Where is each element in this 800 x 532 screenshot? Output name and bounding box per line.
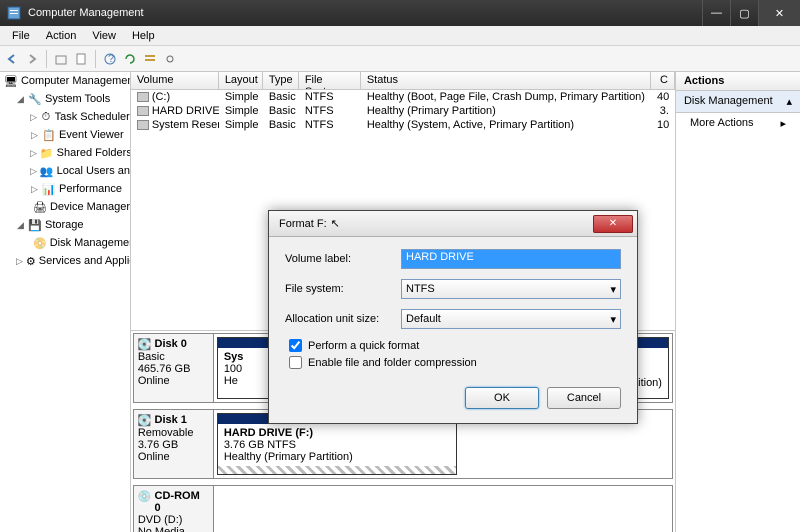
checkbox-input[interactable] [289, 339, 302, 352]
disk-icon: 💽 [138, 338, 152, 351]
tree-storage[interactable]: ◢💾Storage [0, 216, 130, 234]
expand-icon[interactable]: ▷ [30, 112, 37, 123]
disk-icon: 📀 [33, 236, 47, 250]
allocation-select[interactable]: Default▾ [401, 309, 621, 329]
col-type[interactable]: Type [263, 72, 299, 89]
menu-bar: File Action View Help [0, 26, 800, 46]
tree-users[interactable]: ▷👥Local Users and Groups [0, 162, 130, 180]
book-icon: 📋 [42, 128, 56, 142]
disk-label: 💽Disk 1 Removable3.76 GBOnline [134, 410, 214, 478]
chevron-down-icon: ▾ [610, 283, 616, 296]
actions-header: Actions [676, 72, 800, 91]
tree-panel: 🖥Computer Management (Local ◢🔧System Too… [0, 72, 131, 532]
forward-icon[interactable] [24, 51, 40, 67]
tools-icon: 🔧 [28, 92, 42, 106]
vol-row[interactable]: HARD DRIVE (F:) SimpleBasicNTFSHealthy (… [131, 104, 675, 118]
device-icon: 🖨 [33, 200, 47, 214]
disk-label: 💽Disk 0 Basic465.76 GBOnline [134, 334, 214, 402]
volume-icon [137, 120, 149, 130]
services-icon: ⚙ [26, 254, 36, 268]
tree-task[interactable]: ▷⏱Task Scheduler [0, 108, 130, 126]
collapse-icon[interactable]: ◢ [16, 220, 25, 231]
chevron-down-icon: ▾ [610, 313, 616, 326]
tree-diskmgmt[interactable]: 📀Disk Management [0, 234, 130, 252]
ok-button[interactable]: OK [465, 387, 539, 409]
svg-text:?: ? [108, 53, 114, 65]
maximize-button[interactable]: ▢ [730, 0, 758, 26]
perf-icon: 📊 [42, 182, 56, 196]
app-icon [6, 5, 22, 21]
clock-icon: ⏱ [40, 110, 51, 124]
tree-perf[interactable]: ▷📊Performance [0, 180, 130, 198]
dialog-titlebar[interactable]: Format F: ↖ ✕ [269, 211, 637, 237]
storage-icon: 💾 [28, 218, 42, 232]
disk-label: 💿CD-ROM 0 DVD (D:)No Media [134, 486, 214, 532]
up-icon[interactable] [53, 51, 69, 67]
vol-row[interactable]: (C:) SimpleBasicNTFSHealthy (Boot, Page … [131, 90, 675, 104]
disk-row-cd[interactable]: 💿CD-ROM 0 DVD (D:)No Media [133, 485, 673, 532]
close-button[interactable]: ✕ [758, 0, 800, 26]
volume-label-label: Volume label: [285, 253, 401, 265]
expand-icon[interactable]: ▷ [30, 166, 37, 177]
tree-services[interactable]: ▷⚙Services and Applications [0, 252, 130, 270]
volume-icon [137, 106, 149, 116]
tree-shared[interactable]: ▷📁Shared Folders [0, 144, 130, 162]
tree-devmgr[interactable]: 🖨Device Manager [0, 198, 130, 216]
menu-action[interactable]: Action [38, 28, 85, 44]
users-icon: 👥 [40, 164, 54, 178]
help-icon[interactable]: ? [102, 51, 118, 67]
actions-more[interactable]: More Actions▸ [676, 113, 800, 134]
computer-icon: 🖥 [4, 74, 18, 88]
format-dialog: Format F: ↖ ✕ Volume label: HARD DRIVE F… [268, 210, 638, 424]
tree-systools[interactable]: ◢🔧System Tools [0, 90, 130, 108]
tree-root[interactable]: 🖥Computer Management (Local [0, 72, 130, 90]
col-status[interactable]: Status [361, 72, 651, 89]
col-cap[interactable]: C [651, 72, 675, 89]
back-icon[interactable] [4, 51, 20, 67]
expand-icon[interactable]: ▷ [30, 184, 39, 195]
actions-panel: Actions Disk Management▴ More Actions▸ [676, 72, 800, 532]
cd-icon: 💿 [138, 490, 152, 514]
col-volume[interactable]: Volume [131, 72, 219, 89]
props-icon[interactable] [73, 51, 89, 67]
collapse-icon: ▴ [786, 95, 792, 108]
col-layout[interactable]: Layout [219, 72, 263, 89]
volume-label-input[interactable]: HARD DRIVE [401, 249, 621, 269]
window-titlebar: Computer Management — ▢ ✕ [0, 0, 800, 26]
settings-icon[interactable] [162, 51, 178, 67]
volume-icon [137, 92, 149, 102]
toolbar: ? [0, 46, 800, 72]
list-icon[interactable] [142, 51, 158, 67]
expand-icon[interactable]: ▷ [30, 130, 39, 141]
tree-event[interactable]: ▷📋Event Viewer [0, 126, 130, 144]
col-fs[interactable]: File System [299, 72, 361, 89]
cancel-button[interactable]: Cancel [547, 387, 621, 409]
window-title: Computer Management [28, 7, 144, 19]
checkbox-input[interactable] [289, 356, 302, 369]
refresh-icon[interactable] [122, 51, 138, 67]
vol-row[interactable]: System Reserved SimpleBasicNTFSHealthy (… [131, 118, 675, 132]
dialog-close-button[interactable]: ✕ [593, 215, 633, 233]
menu-help[interactable]: Help [124, 28, 163, 44]
menu-file[interactable]: File [4, 28, 38, 44]
collapse-icon[interactable]: ◢ [16, 94, 25, 105]
quick-format-checkbox[interactable]: Perform a quick format [289, 339, 621, 352]
compression-checkbox[interactable]: Enable file and folder compression [289, 356, 621, 369]
filesystem-select[interactable]: NTFS▾ [401, 279, 621, 299]
volume-header: Volume Layout Type File System Status C [131, 72, 675, 90]
filesystem-label: File system: [285, 283, 401, 295]
cursor-icon: ↖ [331, 217, 340, 230]
dialog-title: Format F: [279, 218, 327, 230]
minimize-button[interactable]: — [702, 0, 730, 26]
allocation-label: Allocation unit size: [285, 313, 401, 325]
folder-icon: 📁 [40, 146, 54, 160]
actions-section[interactable]: Disk Management▴ [676, 91, 800, 113]
disk-icon: 💽 [138, 414, 152, 427]
expand-icon[interactable]: ▷ [30, 148, 37, 159]
menu-view[interactable]: View [84, 28, 124, 44]
expand-icon[interactable]: ▷ [16, 256, 23, 267]
chevron-right-icon: ▸ [780, 117, 786, 130]
